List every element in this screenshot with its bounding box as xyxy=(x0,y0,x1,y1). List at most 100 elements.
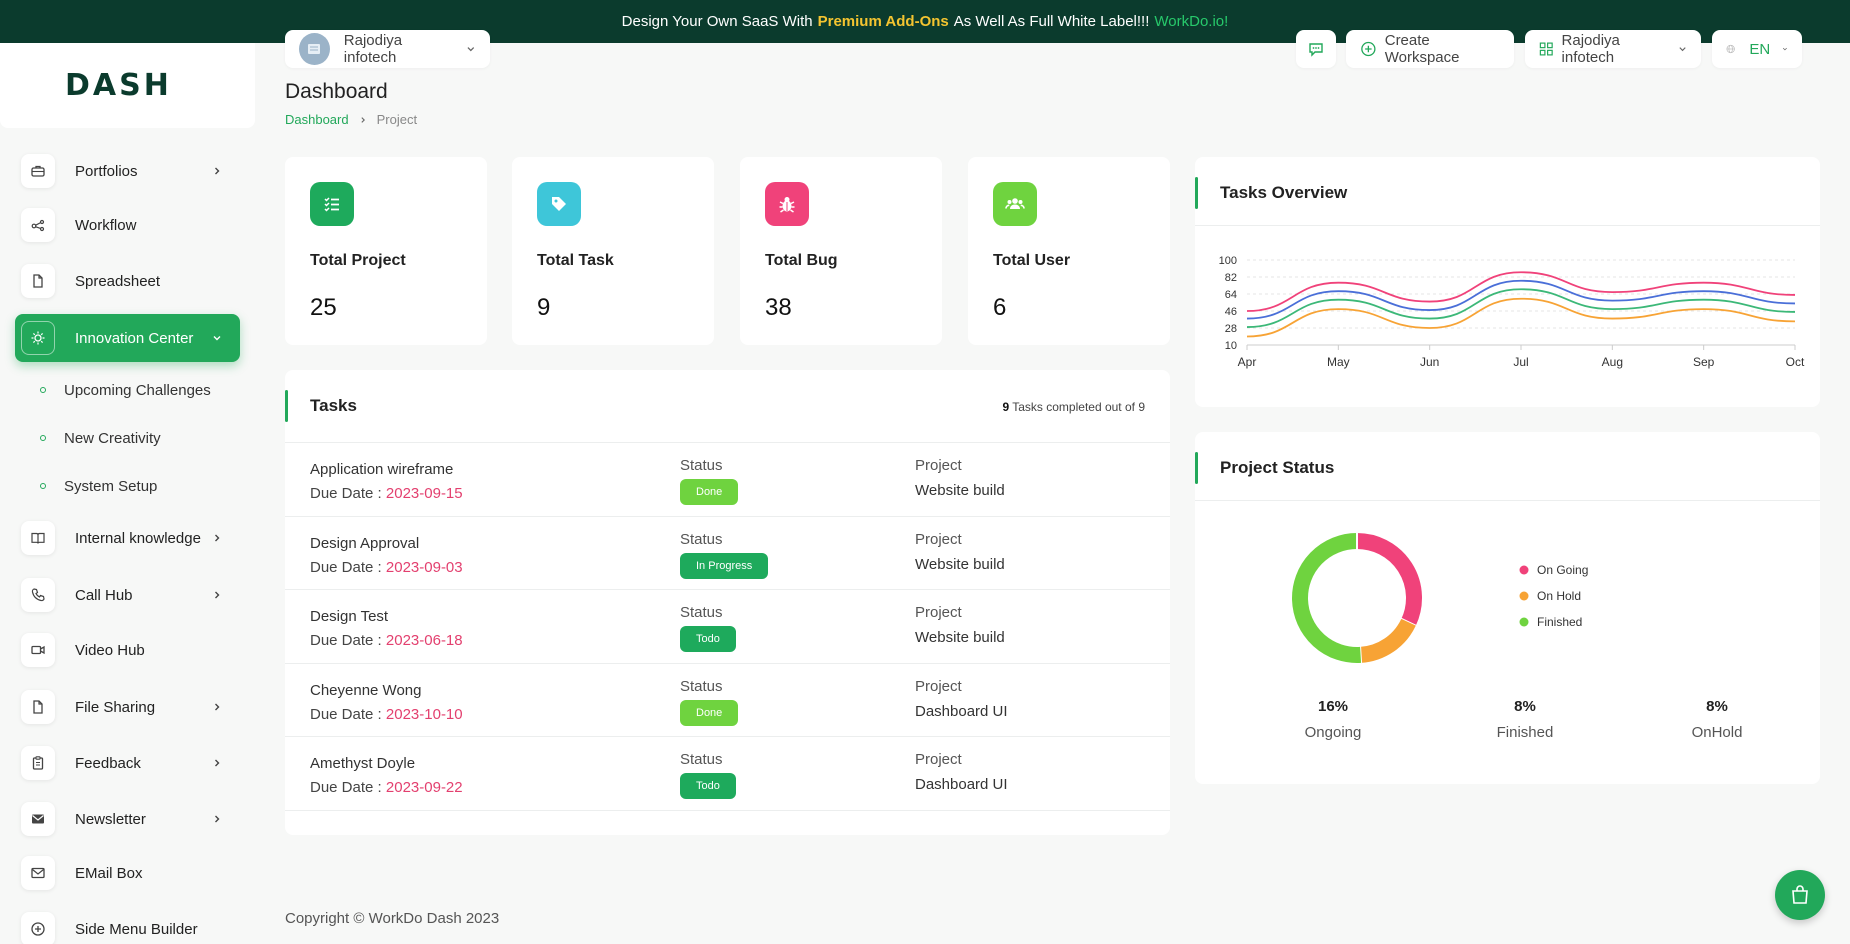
y-tick-label: 28 xyxy=(1225,323,1237,335)
status-summary-label: OnHold xyxy=(1691,724,1743,741)
cart-button[interactable] xyxy=(1775,870,1825,920)
logo[interactable]: DASH xyxy=(0,43,255,128)
sidebar-item-portfolios[interactable]: Portfolios xyxy=(15,147,240,195)
status-label: Status xyxy=(680,457,723,474)
grid-icon xyxy=(1539,42,1553,56)
sidebar-item-innovation-center[interactable]: Innovation Center xyxy=(15,314,240,362)
subitem-label: New Creativity xyxy=(64,429,161,447)
stat-label: Total Project xyxy=(310,252,406,269)
x-tick-label: Aug xyxy=(1602,355,1623,369)
sidebar-item-file-sharing[interactable]: File Sharing xyxy=(15,683,240,731)
stat-value: 6 xyxy=(993,294,1007,321)
task-due-date: Due Date : 2023-09-03 xyxy=(310,559,463,576)
tasks-completed-summary: 9 Tasks completed out of 9 xyxy=(1002,400,1145,414)
status-label: Status xyxy=(680,530,723,548)
mail-icon xyxy=(21,856,55,890)
subitem-label: Upcoming Challenges xyxy=(64,381,211,399)
sidebar-item-feedback[interactable]: Feedback xyxy=(15,739,240,787)
stat-card-total-user: Total User 6 xyxy=(968,157,1170,345)
sidebar-item-email-box[interactable]: EMail Box xyxy=(15,849,240,897)
chevron-right-icon xyxy=(361,116,365,123)
project-status-card: Project Status On Going On Hold Finished 1… xyxy=(1195,432,1820,784)
status-summary-label: Finished xyxy=(1496,724,1554,741)
status-summary-value: 8% xyxy=(1706,698,1728,715)
sidebar-item-call-hub[interactable]: Call Hub xyxy=(15,571,240,619)
due-value: 2023-06-18 xyxy=(385,632,463,649)
y-tick-label: 64 xyxy=(1225,289,1237,301)
shopping-bag-icon xyxy=(1792,885,1808,904)
x-tick-label: Jun xyxy=(1420,355,1439,369)
language-selector[interactable]: EN xyxy=(1712,30,1802,68)
stat-card-total-bug: Total Bug 38 xyxy=(740,157,942,345)
plus-circle-icon xyxy=(1361,41,1376,57)
chevron-right-icon xyxy=(215,591,220,599)
book-icon xyxy=(21,521,55,555)
file-icon xyxy=(21,690,55,724)
chevron-right-icon xyxy=(215,815,220,823)
logo-text: DASH xyxy=(65,68,172,103)
project-label: Project xyxy=(915,457,962,474)
project-value: Dashboard UI xyxy=(915,776,1008,793)
workspace-name: Rajodiya infotech xyxy=(343,32,403,66)
chat-icon xyxy=(1309,43,1323,57)
sidebar-item-label: Feedback xyxy=(75,754,141,772)
breadcrumb: Dashboard Project xyxy=(285,112,417,127)
sidebar-item-spreadsheet[interactable]: Spreadsheet xyxy=(15,257,240,305)
stat-value: 9 xyxy=(537,294,551,321)
legend-marker xyxy=(1519,565,1529,575)
due-value: 2023-10-10 xyxy=(385,705,463,723)
due-value: 2023-09-15 xyxy=(385,485,463,502)
sidebar-subitem-system-setup[interactable]: System Setup xyxy=(40,471,157,501)
breadcrumb-dashboard[interactable]: Dashboard xyxy=(285,112,349,127)
chevron-right-icon xyxy=(215,167,220,175)
task-name: Design Test xyxy=(310,608,389,625)
project-label: Project xyxy=(915,677,962,695)
chevron-right-icon xyxy=(215,534,220,542)
card-divider xyxy=(1195,225,1820,226)
table-row[interactable]: Design Test Due Date : 2023-06-18 Status To… xyxy=(285,589,1170,662)
workspace-switcher[interactable]: Rajodiya infotech xyxy=(285,30,490,68)
sidebar-subitem-new-creativity[interactable]: New Creativity xyxy=(40,423,161,453)
bug-icon xyxy=(765,182,809,226)
due-label: Due Date : xyxy=(310,558,382,576)
project-value: Website build xyxy=(915,482,1005,499)
status-summary-value: 16% xyxy=(1317,698,1349,715)
chat-button[interactable] xyxy=(1296,30,1336,68)
chevron-down-icon xyxy=(467,47,475,52)
workflow-icon xyxy=(21,208,55,242)
sidebar-item-workflow[interactable]: Workflow xyxy=(15,201,240,249)
series-line xyxy=(1246,297,1796,338)
chevron-down-icon xyxy=(1783,47,1788,51)
sidebar-item-newsletter[interactable]: Newsletter xyxy=(15,795,240,843)
tasks-card: Tasks 9 Tasks completed out of 9 Applica… xyxy=(285,370,1170,835)
video-icon xyxy=(21,633,55,667)
task-due-date: Due Date : 2023-06-18 xyxy=(310,632,463,649)
sidebar-item-internal-knowledge[interactable]: Internal knowledge xyxy=(15,514,240,562)
tasks-overview-chart: 100 82 64 46 28 10Apr May Jun Jul Aug Sep Oct xyxy=(1219,255,1805,369)
sidebar-item-label: Side Menu Builder xyxy=(75,920,198,938)
stat-label: Total Bug xyxy=(765,252,838,269)
create-workspace-button[interactable]: Create Workspace xyxy=(1346,30,1514,68)
sidebar-item-side-menu-builder[interactable]: Side Menu Builder xyxy=(15,905,240,944)
legend-marker xyxy=(1519,591,1529,601)
banner-link[interactable]: WorkDo.io! xyxy=(1154,13,1228,30)
table-row[interactable]: Amethyst Doyle Due Date : 2023-09-22 Statu… xyxy=(285,736,1170,809)
sidebar-item-video-hub[interactable]: Video Hub xyxy=(15,626,240,674)
table-row[interactable]: Cheyenne Wong Due Date : 2023-10-10 Status… xyxy=(285,662,1170,736)
project-value: Website build xyxy=(915,555,1005,573)
status-badge: Todo xyxy=(680,626,736,652)
table-row[interactable]: Design Approval Due Date : 2023-09-03 Stat… xyxy=(285,515,1170,589)
sidebar-subitem-upcoming-challenges[interactable]: Upcoming Challenges xyxy=(40,375,211,405)
table-row[interactable]: Application wireframe Due Date : 2023-09-… xyxy=(285,442,1170,515)
banner-highlight: Premium Add-Ons xyxy=(817,13,949,30)
language-code: EN xyxy=(1749,40,1771,58)
x-tick-label: Oct xyxy=(1786,355,1805,369)
stat-value: 25 xyxy=(310,294,337,321)
project-status-title: Project Status xyxy=(1220,458,1335,477)
donut-slice xyxy=(1292,533,1362,663)
card-accent-bar xyxy=(285,390,288,422)
chevron-right-icon xyxy=(215,759,220,767)
sidebar-item-label: Portfolios xyxy=(75,162,138,180)
create-workspace-label: Create Workspace xyxy=(1384,32,1460,66)
company-switcher[interactable]: Rajodiya infotech xyxy=(1525,30,1701,68)
